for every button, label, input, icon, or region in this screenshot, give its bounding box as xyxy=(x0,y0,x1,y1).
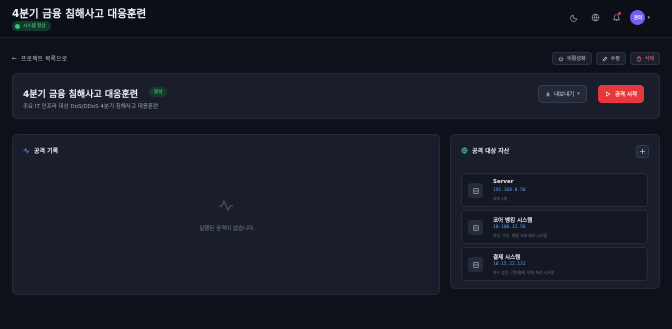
trash-icon xyxy=(636,56,641,61)
edit-label: 수정 xyxy=(610,56,620,62)
avatar[interactable]: 관리 xyxy=(630,10,646,25)
chevron-down-icon: ▾ xyxy=(577,91,580,97)
asset-ip: 10.15.22.131 xyxy=(493,262,526,267)
asset-description: 여신, 수신, 외환 거래 처리 시스템 xyxy=(493,233,547,238)
status-badge: 활성 xyxy=(149,87,168,97)
arrow-left-icon: ← xyxy=(12,55,18,62)
back-link-label: 프로젝트 목록으로 xyxy=(21,56,68,63)
project-title: 4분기 금융 침해사고 대응훈련 xyxy=(23,90,139,100)
deactivate-label: 비활성화 xyxy=(567,56,586,62)
delete-button[interactable]: 삭제 xyxy=(629,52,660,65)
asset-description: 카드 승인, 간편결제, 이체 처리 시스템 xyxy=(493,270,554,275)
globe-icon[interactable] xyxy=(588,11,602,25)
edit-button[interactable]: 수정 xyxy=(595,52,626,65)
asset-name: Server xyxy=(493,179,514,185)
page-title: 4분기 금융 침해사고 대응훈련 xyxy=(12,8,147,20)
system-status-label: 시스템 정상 xyxy=(23,24,46,29)
project-description: 주요 IT 인프라 대상 DoS/DDoS 4분기 침해사고 대응훈련 xyxy=(23,104,159,110)
empty-state-text: 실행된 공격이 없습니다. xyxy=(199,226,255,232)
download-icon xyxy=(546,91,550,97)
edit-icon xyxy=(602,56,607,61)
asset-ip: 10.100.12.50 xyxy=(493,225,526,230)
activity-icon xyxy=(219,199,233,212)
server-icon xyxy=(468,183,483,198)
target-assets-panel: 공격 대상 자산 + Server 192.168.0.50 서버 1대 코어 … xyxy=(450,134,660,289)
globe-icon xyxy=(461,147,468,154)
attack-log-label: 공격 기록 xyxy=(34,148,59,155)
target-assets-label: 공격 대상 자산 xyxy=(472,148,510,155)
moon-icon[interactable] xyxy=(567,11,581,25)
attack-log-panel: 공격 기록 실행된 공격이 없습니다. xyxy=(12,134,440,295)
target-assets-title: 공격 대상 자산 xyxy=(461,146,509,155)
export-button[interactable]: 내보내기 ▾ xyxy=(538,85,587,103)
delete-label: 삭제 xyxy=(644,56,654,62)
server-icon xyxy=(468,220,483,235)
activity-icon xyxy=(23,147,30,154)
asset-ip: 192.168.0.50 xyxy=(493,188,526,193)
attack-log-title: 공격 기록 xyxy=(23,146,58,155)
power-icon xyxy=(559,56,564,61)
start-attack-label: 공격 시작 xyxy=(615,92,638,98)
asset-item[interactable]: Server 192.168.0.50 서버 1대 xyxy=(461,173,648,207)
asset-name: 결제 시스템 xyxy=(493,255,521,261)
add-asset-button[interactable]: + xyxy=(636,145,649,158)
system-status-badge: 시스템 정상 xyxy=(12,21,51,31)
play-icon xyxy=(606,91,611,97)
project-actions: 비활성화 수정 삭제 xyxy=(552,52,660,65)
project-header-card: 4분기 금융 침해사고 대응훈련 활성 주요 IT 인프라 대상 DoS/DDo… xyxy=(12,73,660,119)
back-to-projects-link[interactable]: ← 프로젝트 목록으로 xyxy=(12,54,67,63)
asset-name: 코어 뱅킹 시스템 xyxy=(493,218,533,224)
status-dot-icon xyxy=(15,23,20,29)
bell-icon[interactable] xyxy=(609,11,623,25)
notification-dot-icon xyxy=(618,11,622,15)
asset-description: 서버 1대 xyxy=(493,196,508,201)
top-bar: 4분기 금융 침해사고 대응훈련 시스템 정상 관리 ▾ xyxy=(0,0,672,38)
export-label: 내보내기 xyxy=(554,92,575,98)
server-icon xyxy=(468,257,483,272)
asset-item[interactable]: 결제 시스템 10.15.22.131 카드 승인, 간편결제, 이체 처리 시… xyxy=(461,247,648,281)
top-toolbar: 관리 ▾ xyxy=(567,10,650,25)
start-attack-button[interactable]: 공격 시작 xyxy=(598,85,645,103)
chevron-down-icon[interactable]: ▾ xyxy=(647,15,650,21)
deactivate-button[interactable]: 비활성화 xyxy=(552,52,592,65)
asset-item[interactable]: 코어 뱅킹 시스템 10.100.12.50 여신, 수신, 외환 거래 처리 … xyxy=(461,210,648,244)
